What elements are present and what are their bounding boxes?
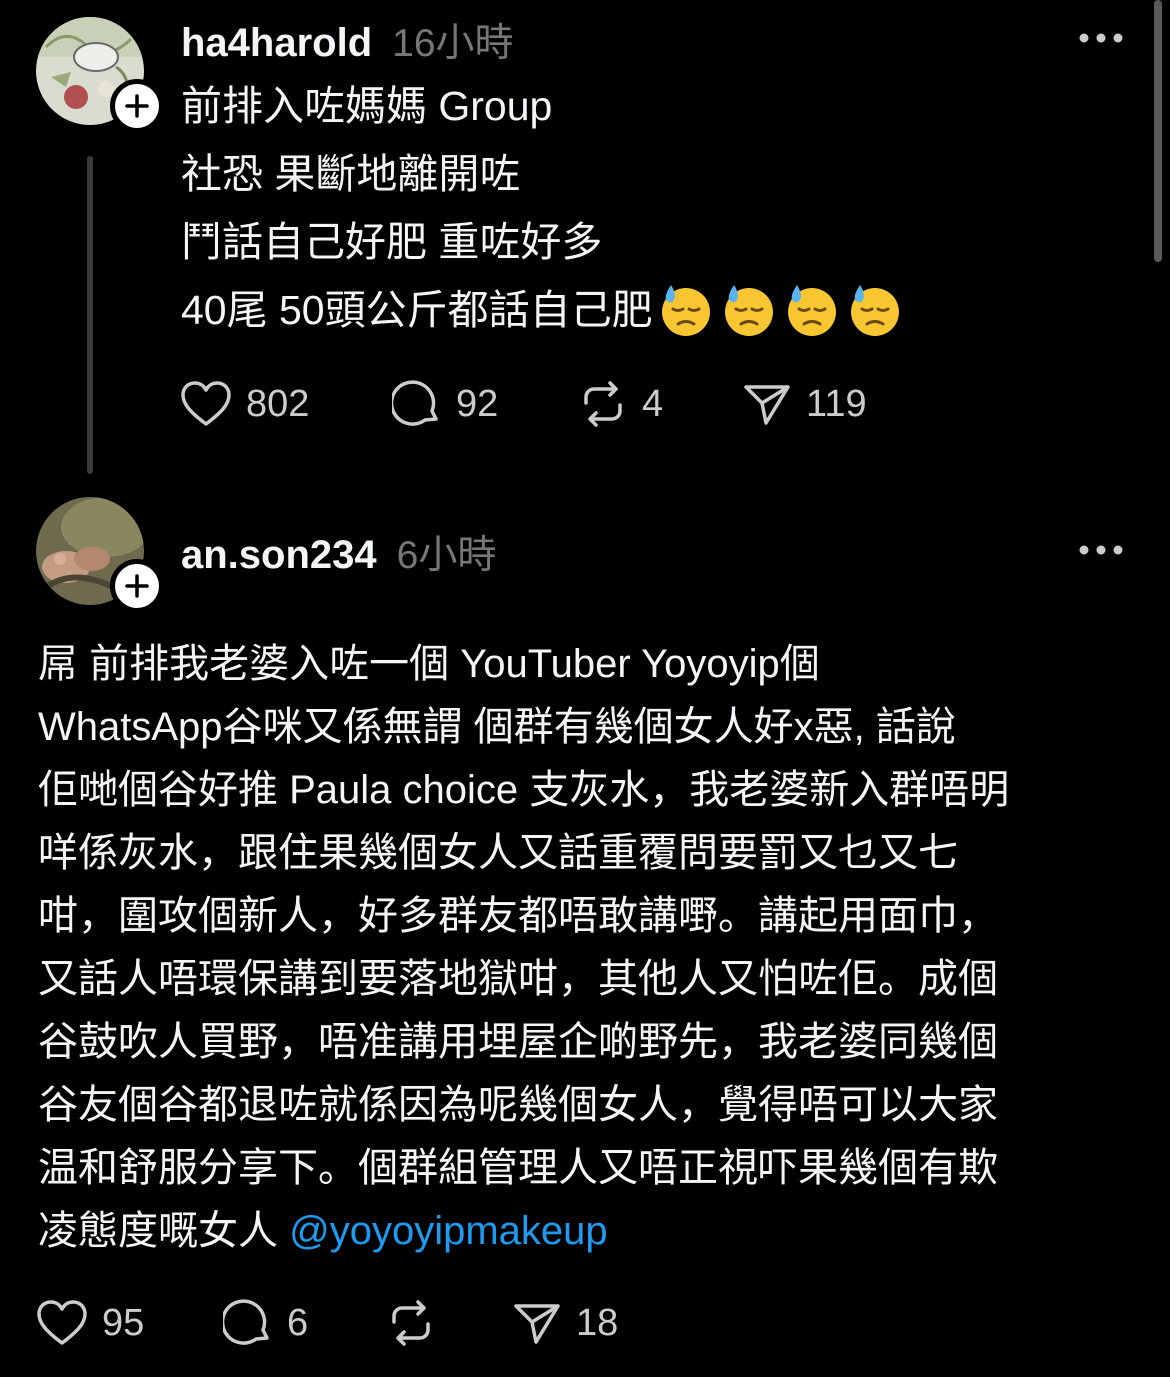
- like-button[interactable]: 802: [180, 374, 309, 434]
- username[interactable]: ha4harold: [181, 21, 372, 66]
- post-body: 屌 前排我老婆入咗一個 YouTuber Yoyoyip個 WhatsApp谷咪…: [38, 633, 1009, 1263]
- thread-connector-line: [87, 156, 93, 474]
- scrollbar[interactable]: [1154, 0, 1162, 262]
- share-icon: [744, 385, 790, 425]
- repost-count: 4: [642, 382, 664, 425]
- follow-plus-icon: [125, 574, 149, 598]
- post1-avatar-wrap[interactable]: [36, 17, 164, 133]
- post-body: 前排入咗媽媽 Group 社恐 果斷地離開咗 鬥話自己好肥 重咗好多 40尾 5…: [181, 72, 911, 344]
- post1-actions: 802 92 4 119: [180, 374, 900, 434]
- repost-button[interactable]: [386, 1293, 450, 1353]
- post-text-line: 又話人唔環保講到要落地獄咁，其他人又怕咗佢。成個: [38, 957, 998, 1001]
- comment-icon: [392, 380, 438, 426]
- post-text-line: 温和舒服分享下。個群組管理人又唔正視吓果幾個有欺: [38, 1146, 998, 1190]
- mention-link[interactable]: @yoyoyipmakeup: [289, 1209, 608, 1253]
- more-icon: [1079, 33, 1123, 43]
- comment-icon: [223, 1299, 269, 1345]
- repost-icon: [584, 381, 622, 427]
- share-icon: [514, 1304, 560, 1344]
- timestamp: 6小時: [396, 534, 497, 577]
- post1-header: ha4harold 16小時: [181, 12, 514, 68]
- share-count: 119: [806, 382, 867, 425]
- post2-avatar-wrap[interactable]: [36, 497, 164, 613]
- repost-button[interactable]: 4: [578, 374, 663, 434]
- post-text-line: 40尾 50頭公斤都話自己肥: [181, 287, 653, 333]
- share-count: 18: [576, 1301, 619, 1344]
- like-button[interactable]: 95: [36, 1293, 144, 1353]
- post-text-line: 凌態度嘅女人: [38, 1209, 290, 1253]
- post-ha4harold: ha4harold 16小時 前排入咗媽媽 Group 社恐 果斷地離開咗 鬥話…: [0, 0, 1170, 480]
- post-an-son234: an.son234 6小時 屌 前排我老婆入咗一個 YouTuber Yoyoy…: [0, 480, 1170, 1377]
- post-text-line: 社恐 果斷地離開咗: [181, 151, 521, 197]
- like-count: 95: [102, 1301, 145, 1344]
- post-text-line: WhatsApp谷咪又係無謂 個群有幾個女人好x惡, 話說: [38, 705, 956, 749]
- share-button[interactable]: 119: [742, 374, 867, 434]
- post-text-line: 咁，圍攻個新人，好多群友都唔敢講嘢。講起用面巾，: [38, 894, 998, 938]
- share-button[interactable]: 18: [512, 1293, 618, 1353]
- timestamp: 16小時: [392, 22, 514, 65]
- post-text-line: 谷友個谷都退咗就係因為呢幾個女人，覺得唔可以大家: [38, 1083, 998, 1127]
- more-options-button[interactable]: [1078, 28, 1124, 48]
- emoji-group: [659, 283, 911, 337]
- post2-header: an.son234 6小時: [181, 524, 496, 580]
- post-text-line: 鬥話自己好肥 重咗好多: [181, 219, 603, 265]
- downcast-sweat-emoji: [850, 285, 899, 336]
- like-count: 802: [246, 382, 310, 425]
- post-text-line: 前排入咗媽媽 Group: [181, 83, 553, 129]
- more-icon: [1079, 545, 1123, 555]
- downcast-sweat-emoji: [724, 285, 773, 336]
- more-options-button[interactable]: [1078, 540, 1124, 560]
- username[interactable]: an.son234: [181, 533, 377, 578]
- repost-icon: [392, 1300, 430, 1346]
- post-text-line: 屌 前排我老婆入咗一個 YouTuber Yoyoyip個: [38, 642, 820, 686]
- post-text-last-line: 凌態度嘅女人 @yoyoyipmakeup: [38, 1200, 1009, 1263]
- follow-button[interactable]: [110, 559, 164, 613]
- reply-button[interactable]: 6: [223, 1293, 308, 1353]
- follow-button[interactable]: [110, 79, 164, 133]
- post-text-line: 咩係灰水，跟住果幾個女人又話重覆問要罰又乜又七: [38, 831, 958, 875]
- downcast-sweat-emoji: [661, 285, 710, 336]
- post2-actions: 95 6 18: [36, 1293, 636, 1353]
- heart-icon: [37, 1300, 87, 1345]
- reply-count: 92: [456, 382, 499, 425]
- reply-count: 6: [287, 1301, 309, 1344]
- post-text-line-emoji: 40尾 50頭公斤都話自己肥: [181, 276, 911, 344]
- heart-icon: [181, 381, 231, 426]
- downcast-sweat-emoji: [787, 285, 836, 336]
- follow-plus-icon: [125, 94, 149, 118]
- post-text-line: 佢哋個谷好推 Paula choice 支灰水，我老婆新入群唔明: [38, 768, 1010, 812]
- reply-button[interactable]: 92: [392, 374, 498, 434]
- post-text-line: 谷鼓吹人買野，唔准講用埋屋企啲野先，我老婆同幾個: [38, 1020, 998, 1064]
